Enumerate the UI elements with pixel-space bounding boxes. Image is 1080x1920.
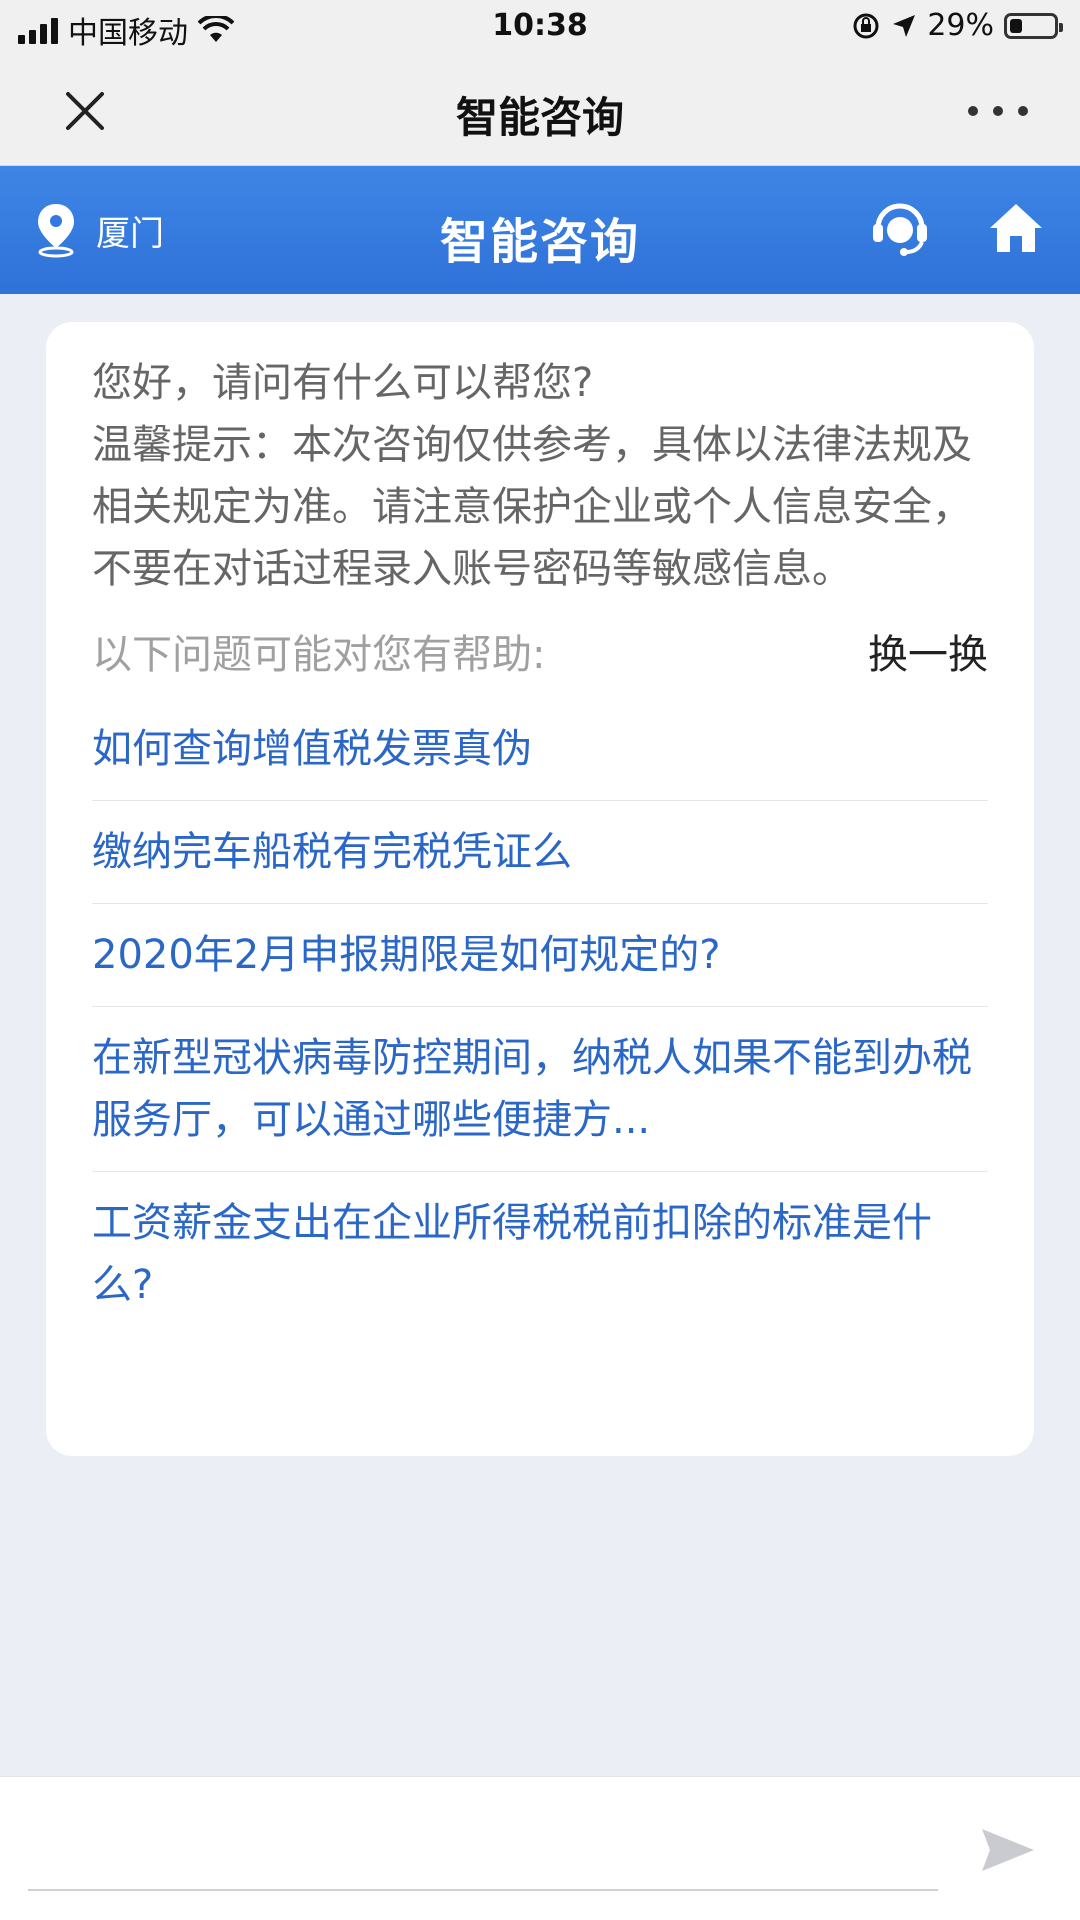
status-right: 29% (851, 8, 1063, 43)
message-input[interactable] (28, 1805, 938, 1891)
help-row: 以下问题可能对您有帮助: 换一换 (92, 624, 988, 686)
customer-service-button[interactable] (868, 196, 932, 260)
question-item[interactable]: 缴纳完车船税有完税凭证么 (92, 801, 988, 904)
location-arrow-icon (893, 14, 916, 37)
more-icon-dot (993, 106, 1003, 116)
nav-title: 智能咨询 (455, 93, 624, 142)
more-icon-dot (968, 106, 978, 116)
more-icon-dot (1018, 106, 1028, 116)
help-label: 以下问题可能对您有帮助: (92, 632, 546, 678)
question-item[interactable]: 2020年2月申报期限是如何规定的? (92, 904, 988, 1007)
send-icon (982, 1829, 1034, 1871)
refresh-button[interactable]: 换一换 (868, 624, 988, 686)
customer-service-icon (873, 203, 927, 256)
bot-message-card: 您好，请问有什么可以帮您? 温馨提示：本次咨询仅供参考，具体以法律法规及相关规定… (46, 322, 1034, 1456)
tips-text: 温馨提示：本次咨询仅供参考，具体以法律法规及相关规定为准。请注意保护企业或个人信… (92, 422, 972, 592)
send-button[interactable] (980, 1825, 1036, 1875)
suggested-questions: 如何查询增值税发票真伪 缴纳完车船税有完税凭证么 2020年2月申报期限是如何规… (92, 698, 988, 1336)
home-icon (990, 204, 1042, 252)
app-header: 厦门 智能咨询 (0, 166, 1080, 294)
nav-bar: 智能咨询 (0, 54, 1080, 166)
greeting-text: 您好，请问有什么可以帮您? (92, 360, 594, 406)
battery-percent: 29% (927, 8, 994, 43)
status-bar: 中国移动 10:38 29% (0, 0, 1080, 54)
question-item[interactable]: 在新型冠状病毒防控期间，纳税人如果不能到办税服务厅，可以通过哪些便捷方... (92, 1007, 988, 1172)
battery-icon (1004, 12, 1063, 39)
battery-level (1010, 18, 1023, 33)
question-item[interactable]: 如何查询增值税发票真伪 (92, 698, 988, 801)
app-screen: 中国移动 10:38 29% 智能咨询 厦门 智能咨询 您好，请问有什么可以帮您… (0, 0, 1080, 1920)
input-bar (0, 1776, 1080, 1920)
home-button[interactable] (986, 198, 1046, 258)
more-button[interactable] (968, 84, 1028, 138)
question-item[interactable]: 工资薪金支出在企业所得税税前扣除的标准是什么? (92, 1172, 988, 1336)
rotation-lock-icon (853, 13, 879, 38)
